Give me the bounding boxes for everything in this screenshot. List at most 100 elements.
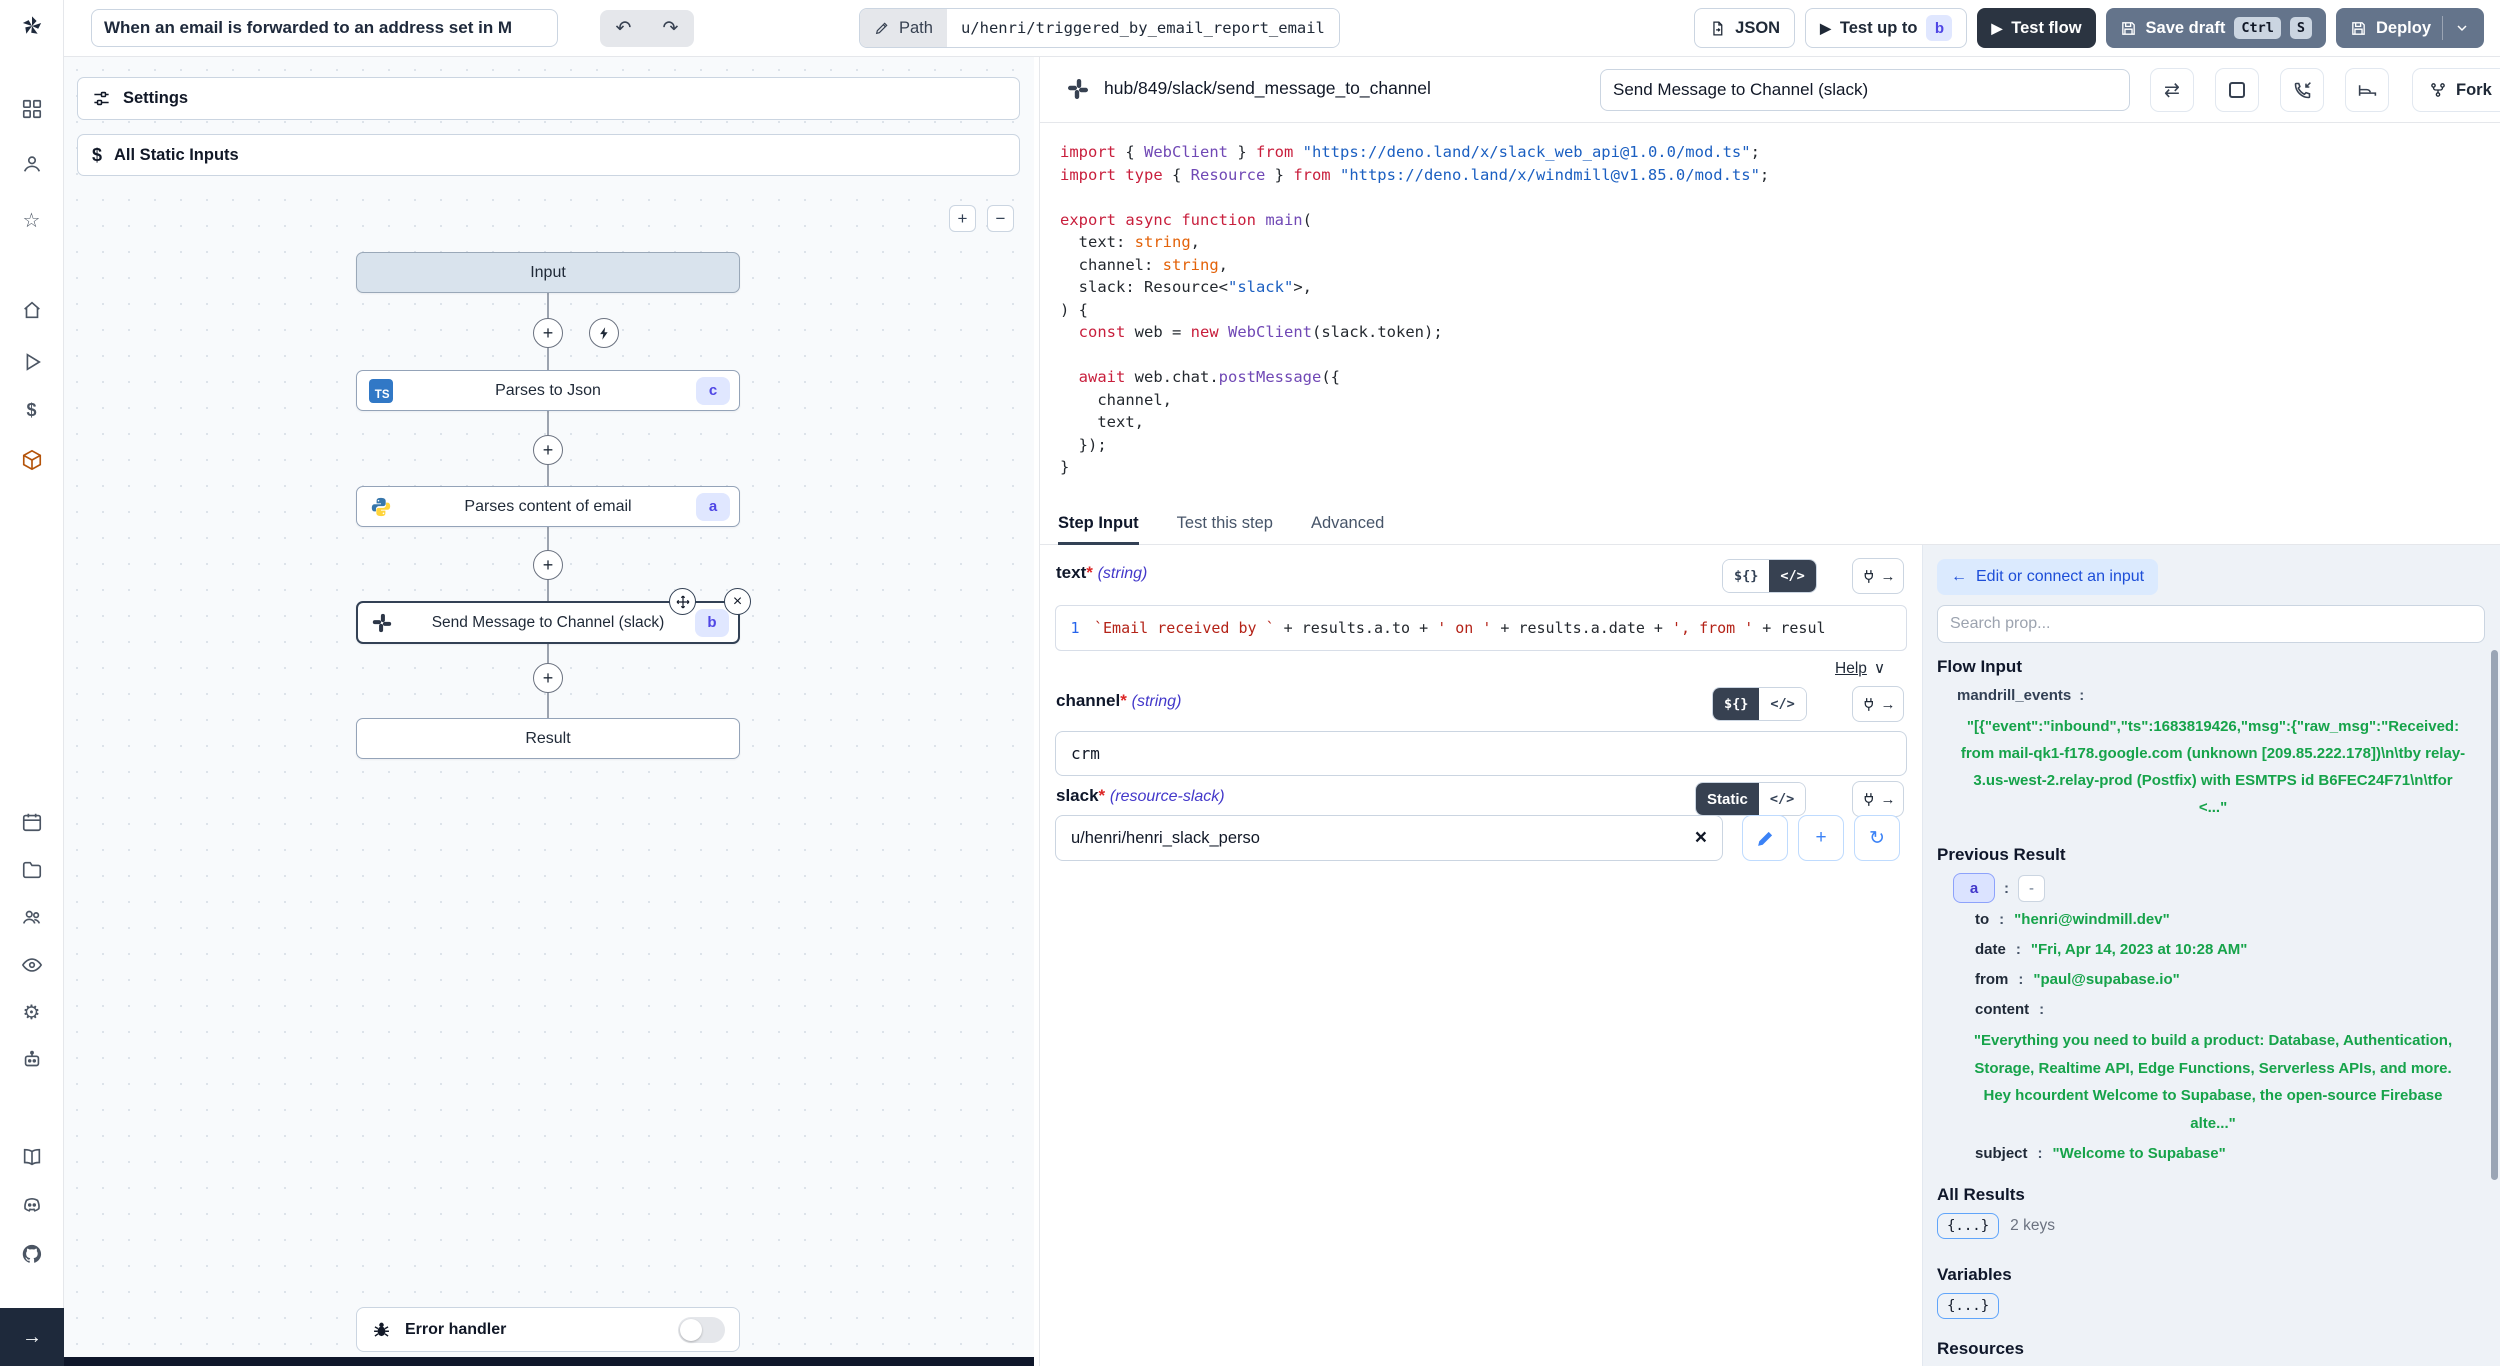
- bed-icon: [2357, 80, 2378, 101]
- save-draft-button[interactable]: Save draft Ctrl S: [2106, 8, 2326, 48]
- flow-node-send-message-selected[interactable]: Send Message to Channel (slack) b ×: [356, 601, 740, 644]
- arrow-right-icon: →: [1881, 696, 1896, 713]
- workers-robot-icon[interactable]: [18, 1046, 46, 1074]
- deploy-button[interactable]: Deploy: [2336, 8, 2484, 48]
- search-prop-input[interactable]: [1937, 605, 2485, 643]
- step-name-input[interactable]: [1600, 69, 2130, 111]
- refresh-resource-button[interactable]: ↻: [1854, 815, 1900, 861]
- flow-node-result[interactable]: Result: [356, 718, 740, 759]
- add-step-button[interactable]: +: [533, 663, 563, 693]
- code-line: import { WebClient } from "https://deno.…: [1060, 141, 2500, 164]
- zoom-out-button[interactable]: −: [987, 205, 1014, 232]
- zoom-in-button[interactable]: +: [949, 205, 976, 232]
- collapse-button[interactable]: -: [2018, 875, 2045, 902]
- expand-object-button[interactable]: {...}: [1937, 1213, 1999, 1239]
- flow-node-parses-content[interactable]: Parses content of email a: [356, 486, 740, 527]
- add-step-button[interactable]: +: [533, 550, 563, 580]
- step-a-badge[interactable]: a: [1953, 873, 1995, 903]
- undo-redo-group: ↶ ↷: [600, 10, 694, 47]
- edit-or-connect-button[interactable]: ← Edit or connect an input: [1937, 559, 2158, 595]
- mode-javascript[interactable]: </>: [1759, 688, 1805, 720]
- fork-button[interactable]: Fork: [2412, 68, 2500, 112]
- windmill-logo[interactable]: [18, 12, 46, 40]
- home-icon[interactable]: [18, 296, 46, 324]
- flow-node-parses-to-json[interactable]: TS Parses to Json c: [356, 370, 740, 411]
- move-step-handle[interactable]: [669, 588, 696, 615]
- test-flow-button[interactable]: ▶ Test flow: [1977, 8, 2095, 48]
- flow-title-input[interactable]: [91, 9, 558, 47]
- flow-settings-bar[interactable]: Settings: [77, 77, 1020, 120]
- hub-script-path[interactable]: hub/849/slack/send_message_to_channel: [1104, 78, 1431, 99]
- text-expression-editor[interactable]: 1 `Email received by ` + results.a.to + …: [1055, 605, 1907, 651]
- close-icon: ×: [733, 593, 742, 611]
- json-button[interactable]: JSON: [1694, 8, 1795, 48]
- help-link[interactable]: Help ∨: [1835, 659, 1885, 678]
- dashboard-grid-icon[interactable]: [18, 95, 46, 123]
- github-icon[interactable]: [18, 1240, 46, 1268]
- mode-javascript[interactable]: </>: [1769, 560, 1815, 592]
- bed-panel-button[interactable]: [2345, 68, 2389, 112]
- tab-test-this-step[interactable]: Test this step: [1177, 503, 1273, 544]
- flow-node-input[interactable]: Input: [356, 252, 740, 293]
- swap-icon: ⇄: [2164, 79, 2180, 102]
- expand-editor-button[interactable]: [2215, 68, 2259, 112]
- mode-template-string[interactable]: ${}: [1713, 688, 1759, 720]
- discord-icon[interactable]: [18, 1191, 46, 1219]
- prop-row-from[interactable]: from : "paul@supabase.io": [1975, 971, 2180, 988]
- swap-script-button[interactable]: ⇄: [2150, 68, 2194, 112]
- all-static-inputs-bar[interactable]: $ All Static Inputs: [77, 134, 1020, 176]
- mandrill-events-row[interactable]: mandrill_events :: [1957, 687, 2084, 704]
- user-icon[interactable]: [18, 150, 46, 178]
- clear-resource-button[interactable]: ×: [1695, 826, 1707, 850]
- prop-row-subject[interactable]: subject : "Welcome to Supabase": [1975, 1145, 2226, 1162]
- resources-cube-icon[interactable]: [18, 446, 46, 474]
- docs-book-icon[interactable]: [18, 1143, 46, 1171]
- add-step-button[interactable]: +: [533, 435, 563, 465]
- back-arrow-icon: ←: [1951, 568, 1967, 586]
- slack-icon: [1066, 77, 1090, 106]
- mode-static[interactable]: Static: [1696, 783, 1759, 815]
- error-handler-toggle[interactable]: [678, 1317, 725, 1343]
- channel-connect-plug-button[interactable]: →: [1852, 686, 1904, 722]
- groups-icon[interactable]: [18, 903, 46, 931]
- expand-object-button[interactable]: {...}: [1937, 1293, 1999, 1319]
- error-handler-bar[interactable]: Error handler: [356, 1307, 740, 1352]
- edit-resource-button[interactable]: [1742, 815, 1788, 861]
- text-connect-plug-button[interactable]: →: [1852, 558, 1904, 594]
- prop-row-to[interactable]: to : "henri@windmill.dev": [1975, 911, 2170, 928]
- settings-gear-icon[interactable]: ⚙: [18, 998, 46, 1026]
- test-up-to-button[interactable]: ▶ Test up to b: [1805, 8, 1967, 48]
- expand-sidebar-button[interactable]: →: [0, 1308, 64, 1366]
- tab-step-input[interactable]: Step Input: [1058, 503, 1139, 544]
- variables-dollar-icon[interactable]: $: [18, 396, 46, 424]
- redo-button[interactable]: ↷: [647, 10, 694, 47]
- play-icon: ▶: [1820, 20, 1831, 37]
- undo-button[interactable]: ↶: [600, 10, 647, 47]
- slack-resource-input[interactable]: u/henri/henri_slack_perso ×: [1055, 815, 1723, 861]
- prop-row-date[interactable]: date : "Fri, Apr 14, 2023 at 10:28 AM": [1975, 941, 2247, 958]
- mode-javascript[interactable]: </>: [1759, 783, 1805, 815]
- add-step-button[interactable]: +: [533, 318, 563, 348]
- mode-template-string[interactable]: ${}: [1723, 560, 1769, 592]
- webhook-phone-button[interactable]: [2280, 68, 2324, 112]
- star-icon[interactable]: ☆: [18, 206, 46, 234]
- folders-icon[interactable]: [18, 856, 46, 884]
- tab-advanced[interactable]: Advanced: [1311, 503, 1384, 544]
- prop-content-value[interactable]: "Everything you need to build a product:…: [1959, 1027, 2467, 1137]
- path-edit-button[interactable]: Path: [860, 9, 947, 47]
- trigger-bolt-button[interactable]: [589, 318, 619, 348]
- chevron-down-icon[interactable]: [2454, 20, 2470, 36]
- channel-value-input[interactable]: [1055, 731, 1907, 776]
- slack-connect-plug-button[interactable]: →: [1852, 781, 1904, 817]
- runs-play-icon[interactable]: [18, 348, 46, 376]
- flow-path-value[interactable]: u/henri/triggered_by_email_report_email: [947, 9, 1339, 47]
- pencil-icon: [1756, 829, 1775, 848]
- prop-row-content[interactable]: content :: [1975, 1001, 2044, 1018]
- scrollbar-thumb[interactable]: [2491, 650, 2498, 1180]
- code-editor[interactable]: import { WebClient } from "https://deno.…: [1040, 123, 2500, 503]
- delete-step-button[interactable]: ×: [724, 588, 751, 615]
- audit-eye-icon[interactable]: [18, 951, 46, 979]
- mandrill-events-value[interactable]: "[{"event":"inbound","ts":1683819426,"ms…: [1959, 713, 2467, 821]
- add-resource-button[interactable]: +: [1798, 815, 1844, 861]
- schedules-calendar-icon[interactable]: [18, 808, 46, 836]
